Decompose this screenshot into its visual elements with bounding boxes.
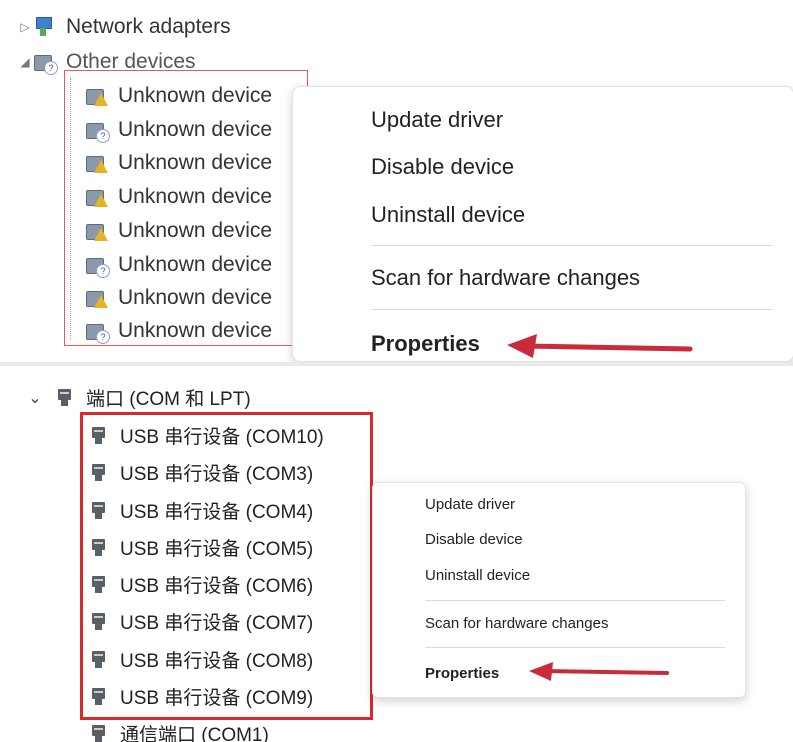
- context-menu: Update driver Disable device Uninstall d…: [292, 86, 793, 362]
- red-arrow-pointer: [529, 662, 669, 681]
- menu-separator: [371, 309, 773, 310]
- device-manager-panel-chinese: ⌄ 端口 (COM 和 LPT) USB 串行设备 (COM10) USB 串行…: [0, 366, 793, 742]
- menu-item-properties[interactable]: Properties: [371, 331, 480, 357]
- collapse-arrow-icon[interactable]: ◢: [18, 55, 32, 69]
- arrow-shaft: [541, 669, 669, 675]
- red-arrow-pointer: [507, 334, 693, 358]
- highlight-box: [80, 412, 373, 720]
- highlight-box: [64, 70, 308, 346]
- arrow-shaft: [522, 343, 693, 352]
- tree-node-label: 端口 (COM 和 LPT): [86, 389, 251, 410]
- menu-item-disable-device[interactable]: Disable device: [425, 531, 523, 548]
- arrow-head: [507, 334, 537, 358]
- device-label: 通信端口 (COM1): [120, 725, 269, 742]
- expand-arrow-icon[interactable]: ▷: [18, 20, 32, 34]
- menu-item-scan-hardware-changes[interactable]: Scan for hardware changes: [425, 615, 608, 632]
- port-icon: [90, 723, 108, 742]
- menu-item-scan-hardware-changes[interactable]: Scan for hardware changes: [371, 265, 640, 291]
- port-icon: [56, 387, 74, 409]
- menu-separator: [371, 245, 773, 246]
- tree-item-comm-port[interactable]: 通信端口 (COM1): [90, 720, 269, 742]
- arrow-head: [529, 662, 553, 681]
- menu-item-update-driver[interactable]: Update driver: [371, 107, 503, 133]
- menu-item-update-driver[interactable]: Update driver: [425, 496, 515, 513]
- menu-item-properties[interactable]: Properties: [425, 665, 499, 682]
- menu-separator: [425, 647, 725, 648]
- device-manager-panel-english: ▷ Network adapters ◢ ? Other devices Unk…: [0, 0, 793, 362]
- menu-item-uninstall-device[interactable]: Uninstall device: [371, 202, 525, 228]
- menu-item-disable-device[interactable]: Disable device: [371, 154, 514, 180]
- menu-separator: [425, 600, 725, 601]
- menu-item-uninstall-device[interactable]: Uninstall device: [425, 567, 530, 584]
- tree-node-label: Network adapters: [66, 15, 231, 38]
- chevron-down-icon[interactable]: ⌄: [24, 388, 46, 408]
- network-adapter-icon: [32, 14, 58, 40]
- other-devices-icon: ?: [32, 49, 58, 75]
- tree-node-ports[interactable]: ⌄ 端口 (COM 和 LPT): [24, 384, 251, 411]
- tree-node-network-adapters[interactable]: ▷ Network adapters: [18, 14, 231, 40]
